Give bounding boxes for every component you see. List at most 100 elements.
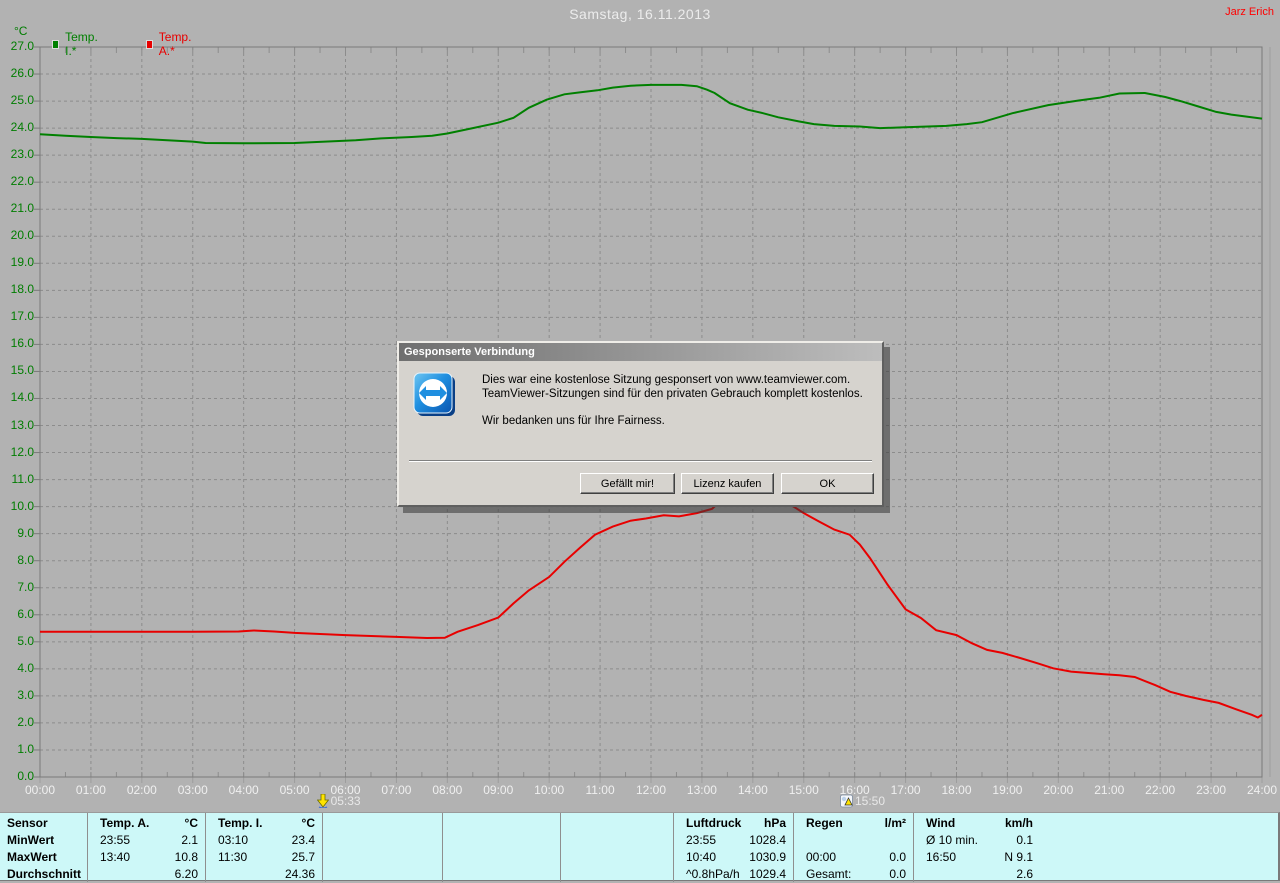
- y-axis-label: 6.0: [17, 606, 34, 621]
- x-axis-label: 22:00: [1145, 783, 1176, 797]
- sun-marker-time: 15:50: [855, 794, 886, 808]
- stats-column-unit: km/h: [1004, 816, 1033, 830]
- y-axis-label: 14.0: [10, 390, 34, 405]
- x-axis-label: 05:00: [279, 783, 310, 797]
- legend-item-temp-a: Temp. A.*: [146, 30, 194, 58]
- y-axis-label: 18.0: [10, 282, 34, 297]
- stats-row-label: Durchschnitt: [7, 867, 82, 881]
- stats-row-labels: Sensor MinWert MaxWert Durchschnitt: [0, 813, 87, 883]
- stats-cell-time: 03:10: [218, 833, 249, 847]
- stats-column-regen: Regen l/m² 00:00 0.0 Gesamt: 0.0: [793, 813, 913, 882]
- stats-column-name: Temp. I.: [218, 816, 263, 830]
- y-axis-label: 0.0: [17, 769, 34, 783]
- y-axis-label: 7.0: [17, 579, 34, 594]
- stats-cell-value: 0.0: [889, 867, 906, 881]
- stats-cell-value: 10.8: [174, 850, 198, 864]
- y-axis-label: 19.0: [10, 255, 34, 270]
- stats-cell-value: 1030.9: [749, 850, 786, 864]
- x-axis-label: 10:00: [534, 783, 565, 797]
- stats-column-unit: hPa: [763, 816, 786, 830]
- page-title: Samstag, 16.11.2013: [569, 6, 711, 22]
- temp-i-swatch-icon: [52, 39, 60, 49]
- user-name: Jarz Erich: [1225, 6, 1274, 18]
- stats-column-unit: °C: [184, 816, 198, 830]
- like-button[interactable]: Gefällt mir!: [580, 473, 675, 494]
- stats-cell-value: 1028.4: [749, 833, 786, 847]
- y-axis-label: 21.0: [10, 201, 34, 216]
- y-axis-label: 22.0: [10, 174, 34, 189]
- y-axis-label: 20.0: [10, 228, 34, 243]
- y-axis-label: 1.0: [17, 741, 34, 756]
- stats-column-unit: l/m²: [884, 816, 906, 830]
- stats-column-unit: °C: [301, 816, 315, 830]
- dialog-fairness-line: Wir bedanken uns für Ihre Fairness.: [482, 415, 665, 427]
- x-axis-label: 19:00: [992, 783, 1023, 797]
- stats-cell-value: 23.4: [291, 833, 315, 847]
- sunset-marker: 15:50: [840, 794, 885, 808]
- x-axis-label: 18:00: [941, 783, 972, 797]
- column-separator: [442, 813, 443, 882]
- x-axis-label: 13:00: [686, 783, 717, 797]
- stats-cell-time: ^0.8hPa/h: [686, 867, 740, 881]
- stats-cell-time: Ø 10 min.: [926, 833, 979, 847]
- stats-cell-time: 10:40: [686, 850, 717, 864]
- y-axis-label: 23.0: [10, 147, 34, 162]
- stats-cell-value: 1029.4: [749, 867, 786, 881]
- y-axis-label: 5.0: [17, 633, 34, 648]
- stats-cell-time: 00:00: [806, 850, 837, 864]
- y-axis-label: 11.0: [11, 471, 34, 486]
- y-axis-label: 10.0: [10, 498, 34, 513]
- y-axis-label: 12.0: [10, 444, 34, 459]
- x-axis-label: 08:00: [432, 783, 463, 797]
- y-axis-label: 4.0: [17, 660, 34, 675]
- stats-table: Sensor MinWert MaxWert Durchschnitt Temp. A…: [0, 812, 1280, 883]
- stats-cell-value: 0.1: [1016, 833, 1033, 847]
- y-axis-label: 25.0: [10, 93, 34, 108]
- teamviewer-dialog: Gesponserte Verbindung Dies war eine kos…: [397, 341, 884, 507]
- x-axis-label: 12:00: [635, 783, 667, 797]
- stats-cell-time: Gesamt:: [806, 867, 852, 881]
- dialog-message-line: Dies war eine kostenlose Sitzung gespons…: [482, 374, 851, 386]
- x-axis-label: 01:00: [75, 783, 106, 797]
- stats-column-luftdruck: Luftdruck hPa 23:55 1028.4 10:40 1030.9 ^0.8hP…: [673, 813, 793, 882]
- stats-cell-value: N 9.1: [1004, 850, 1033, 864]
- x-axis-label: 15:00: [788, 783, 819, 797]
- stats-row-label: MaxWert: [7, 850, 57, 864]
- stats-row-label: MinWert: [7, 833, 55, 847]
- dialog-message-line: TeamViewer-Sitzungen sind für den privat…: [482, 388, 863, 400]
- y-axis-label: 16.0: [10, 336, 34, 351]
- stats-column-wind: Wind km/h Ø 10 min. 0.1 16:50 N 9.1 2.6: [913, 813, 1040, 882]
- stats-row-label: Sensor: [7, 816, 48, 830]
- teamviewer-icon: [413, 372, 455, 416]
- stats-cell-value: 24.36: [284, 867, 315, 881]
- x-axis-label: 07:00: [381, 783, 412, 797]
- x-axis-label: 02:00: [126, 783, 157, 797]
- x-axis-label: 17:00: [890, 783, 921, 797]
- x-axis-label: 09:00: [483, 783, 514, 797]
- temp-a-swatch-icon: [146, 39, 153, 49]
- x-axis-label: 04:00: [228, 783, 259, 797]
- ok-button[interactable]: OK: [781, 473, 874, 494]
- x-axis-label: 21:00: [1094, 783, 1125, 797]
- x-axis-label: 11:00: [585, 783, 615, 797]
- x-axis-label: 00:00: [24, 783, 56, 797]
- y-axis-label: 9.0: [17, 525, 34, 540]
- sunset-icon: [840, 794, 853, 808]
- stats-cell-time: 16:50: [926, 850, 957, 864]
- stats-cell-time: 13:40: [100, 850, 131, 864]
- dialog-titlebar[interactable]: Gesponserte Verbindung: [399, 343, 882, 361]
- legend-item-temp-i: Temp. I.*: [52, 30, 100, 58]
- buy-license-button[interactable]: Lizenz kaufen: [681, 473, 774, 494]
- dialog-title: Gesponserte Verbindung: [404, 346, 535, 358]
- stats-cell-time: 23:55: [686, 833, 717, 847]
- legend-label: Temp. I.*: [65, 30, 98, 58]
- stats-column-temp-i-: Temp. I. °C 03:10 23.4 11:30 25.7 24.36: [205, 813, 322, 882]
- x-axis-label: 24:00: [1246, 783, 1278, 797]
- dialog-body: Dies war eine kostenlose Sitzung gespons…: [399, 361, 882, 505]
- stats-column-name: Regen: [806, 816, 843, 830]
- x-axis-label: 20:00: [1043, 783, 1074, 797]
- y-axis-unit: °C: [14, 24, 28, 38]
- stats-column-temp-a-: Temp. A. °C 23:55 2.1 13:40 10.8 6.20: [87, 813, 205, 882]
- y-axis-label: 26.0: [10, 66, 34, 81]
- y-axis-label: 8.0: [17, 552, 34, 567]
